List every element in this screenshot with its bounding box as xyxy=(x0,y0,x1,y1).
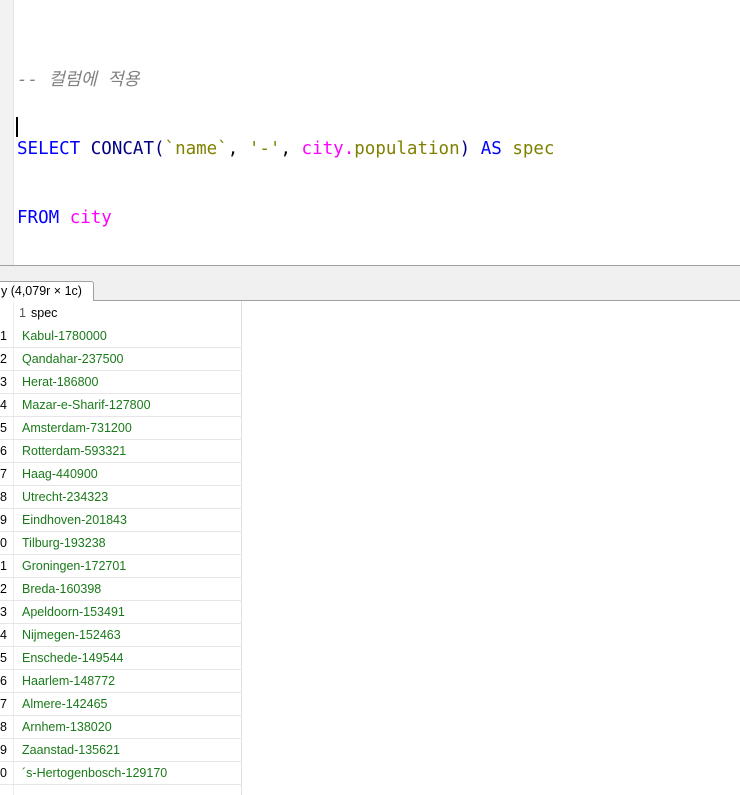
table-row[interactable]: 6 Rotterdam-593321 xyxy=(0,440,242,463)
cell-spec[interactable]: Kabul-1780000 xyxy=(22,325,107,347)
grid-header: 1 spec xyxy=(0,301,242,325)
row-number: 4 xyxy=(0,398,7,412)
cell-spec[interactable]: Amsterdam-731200 xyxy=(22,417,132,439)
cell-spec[interactable]: Apeldoorn-153491 xyxy=(22,601,125,623)
table-row[interactable]: 4 Nijmegen-152463 xyxy=(0,624,242,647)
row-number: 2 xyxy=(0,582,7,596)
column-header-spec[interactable]: spec xyxy=(31,301,57,325)
cell-spec[interactable]: Utrecht-234323 xyxy=(22,486,108,508)
table-row[interactable]: 0 Tilburg-193238 xyxy=(0,532,242,555)
table-row[interactable]: 2 Qandahar-237500 xyxy=(0,348,242,371)
sql-comment: -- 컬럼에 적용 xyxy=(17,70,140,90)
row-number: 6 xyxy=(0,444,7,458)
func-concat: CONCAT xyxy=(90,139,154,159)
column-population: population xyxy=(354,139,460,159)
row-number: 9 xyxy=(0,743,7,757)
result-tab-bar: y (4,079r × 1c) xyxy=(0,266,740,301)
row-number: 1 xyxy=(0,559,7,573)
table-row[interactable]: 8 Utrecht-234323 xyxy=(0,486,242,509)
cell-spec[interactable]: Haag-440900 xyxy=(22,463,98,485)
cell-spec[interactable]: Eindhoven-201843 xyxy=(22,509,127,531)
cell-spec[interactable]: ´s-Hertogenbosch-129170 xyxy=(22,762,167,784)
table-row[interactable]: 9 Eindhoven-201843 xyxy=(0,509,242,532)
table-row[interactable]: 0 ´s-Hertogenbosch-129170 xyxy=(0,762,242,785)
cell-spec[interactable]: Nijmegen-152463 xyxy=(22,624,121,646)
row-number: 3 xyxy=(0,375,7,389)
row-number: 6 xyxy=(0,674,7,688)
open-paren: ( xyxy=(153,139,165,159)
result-grid[interactable]: 1 spec 1 Kabul-1780000 2 Qandahar-237500 3 He… xyxy=(0,301,740,795)
table-row[interactable]: 9 Zaanstad-135621 xyxy=(0,739,242,762)
row-number: 7 xyxy=(0,467,7,481)
table-row[interactable]: 5 Amsterdam-731200 xyxy=(0,417,242,440)
cell-spec[interactable]: Zaanstad-135621 xyxy=(22,739,120,761)
row-number: 0 xyxy=(0,536,7,550)
table-city: city xyxy=(301,139,344,159)
cell-spec[interactable]: Tilburg-193238 xyxy=(22,532,106,554)
cell-spec[interactable]: Herat-186800 xyxy=(22,371,98,393)
column-index: 1 xyxy=(19,306,26,320)
table-row[interactable]: 1 Kabul-1780000 xyxy=(0,325,242,348)
row-number: 3 xyxy=(0,605,7,619)
cell-spec[interactable]: Almere-142465 xyxy=(22,693,107,715)
row-number: 4 xyxy=(0,628,7,642)
ident-name: `name` xyxy=(164,139,228,159)
table-row[interactable]: 3 Herat-186800 xyxy=(0,371,242,394)
table-row[interactable]: 5 Enschede-149544 xyxy=(0,647,242,670)
table-row[interactable]: 2 Breda-160398 xyxy=(0,578,242,601)
sql-editor[interactable]: -- 컬럼에 적용 SELECT CONCAT(`name`, '-', cit… xyxy=(0,0,740,265)
table-row[interactable]: 1 Groningen-172701 xyxy=(0,555,242,578)
grid-rows: 1 Kabul-1780000 2 Qandahar-237500 3 Herat-186… xyxy=(0,325,242,785)
table-row[interactable]: 8 Arnhem-138020 xyxy=(0,716,242,739)
text-caret xyxy=(16,117,18,137)
code-line-from: FROM city xyxy=(17,207,554,230)
code-line-comment: -- 컬럼에 적용 xyxy=(17,69,554,92)
table-row[interactable]: 6 Haarlem-148772 xyxy=(0,670,242,693)
row-number: 2 xyxy=(0,352,7,366)
row-number: 5 xyxy=(0,651,7,665)
comma: , xyxy=(280,139,291,159)
alias-spec: spec xyxy=(512,139,555,159)
cell-spec[interactable]: Rotterdam-593321 xyxy=(22,440,126,462)
code-line-select: SELECT CONCAT(`name`, '-', city.populati… xyxy=(17,138,554,161)
cell-spec[interactable]: Haarlem-148772 xyxy=(22,670,115,692)
row-number: 8 xyxy=(0,490,7,504)
row-number: 5 xyxy=(0,421,7,435)
row-number: 0 xyxy=(0,766,7,780)
code-area[interactable]: -- 컬럼에 적용 SELECT CONCAT(`name`, '-', cit… xyxy=(17,23,554,265)
row-number: 7 xyxy=(0,697,7,711)
close-paren: ) xyxy=(459,139,471,159)
table-row[interactable]: 3 Apeldoorn-153491 xyxy=(0,601,242,624)
comma: , xyxy=(227,139,239,159)
string-dash: '-' xyxy=(248,139,281,159)
cell-spec[interactable]: Qandahar-237500 xyxy=(22,348,123,370)
kw-select: SELECT xyxy=(17,139,81,159)
table-row[interactable]: 7 Almere-142465 xyxy=(0,693,242,716)
kw-as: AS xyxy=(480,139,502,159)
table-row[interactable]: 4 Mazar-e-Sharif-127800 xyxy=(0,394,242,417)
table-city: city xyxy=(69,208,112,228)
cell-spec[interactable]: Breda-160398 xyxy=(22,578,101,600)
table-row[interactable]: 7 Haag-440900 xyxy=(0,463,242,486)
row-number: 1 xyxy=(0,329,7,343)
cell-spec[interactable]: Groningen-172701 xyxy=(22,555,126,577)
cell-spec[interactable]: Enschede-149544 xyxy=(22,647,123,669)
cell-spec[interactable]: Arnhem-138020 xyxy=(22,716,112,738)
row-number: 8 xyxy=(0,720,7,734)
kw-from: FROM xyxy=(17,208,60,228)
cell-spec[interactable]: Mazar-e-Sharif-127800 xyxy=(22,394,151,416)
row-number: 9 xyxy=(0,513,7,527)
dot: . xyxy=(343,139,355,159)
result-tab[interactable]: y (4,079r × 1c) xyxy=(0,281,94,301)
editor-gutter xyxy=(0,0,14,265)
